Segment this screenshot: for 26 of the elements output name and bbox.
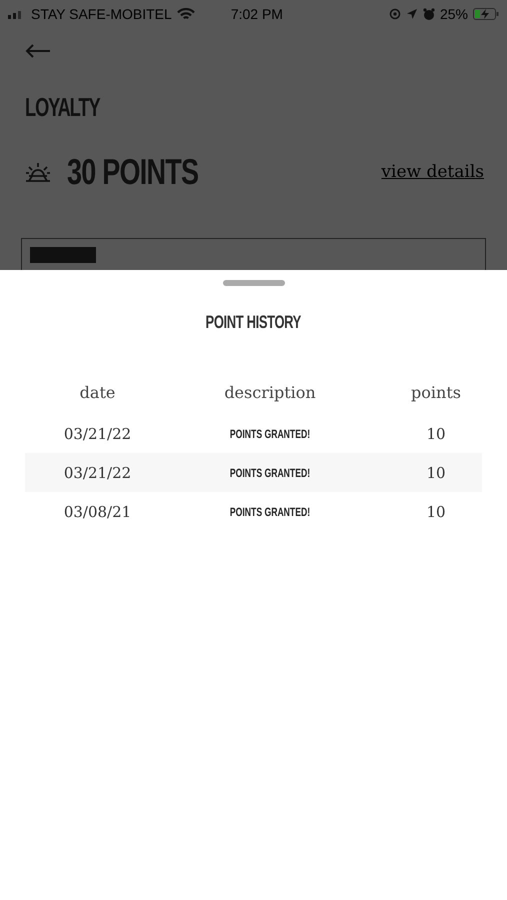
- table-cell-text: 03/21/22: [62, 424, 132, 442]
- wifi-icon: [176, 8, 195, 20]
- battery-charging-icon: [472, 8, 499, 20]
- carrier-name: STAY SAFE-MOBITEL: [31, 6, 172, 22]
- view-details-link[interactable]: view details: [381, 162, 484, 182]
- drag-handle[interactable]: [222, 280, 284, 286]
- back-arrow-icon[interactable]: [25, 43, 51, 59]
- table-cell-text: POINTS GRANTED!: [228, 466, 312, 480]
- table-cell-text: POINTS GRANTED!: [228, 426, 312, 440]
- table-cell-text: 10: [425, 464, 447, 482]
- sunrise-icon: [25, 161, 51, 183]
- column-header: points: [410, 383, 462, 402]
- table-cell-text: 10: [425, 424, 447, 442]
- sheet-title: POINT HISTORY: [206, 312, 302, 333]
- battery-percent: 25%: [440, 6, 468, 22]
- clock-time: 7:02 PM: [230, 6, 283, 22]
- rotation-lock-icon: [388, 8, 401, 20]
- table-cell-text: POINTS GRANTED!: [228, 504, 312, 518]
- table-cell-text: 10: [425, 502, 447, 520]
- page-title: LOYALTY: [25, 92, 100, 123]
- location-icon: [406, 8, 418, 20]
- points-total: 30 POINTS: [67, 151, 198, 193]
- table-cell-text: 03/08/21: [62, 502, 132, 520]
- table-cell-text: 03/21/22: [62, 464, 132, 482]
- column-header: date: [78, 383, 116, 402]
- column-header: description: [223, 383, 317, 402]
